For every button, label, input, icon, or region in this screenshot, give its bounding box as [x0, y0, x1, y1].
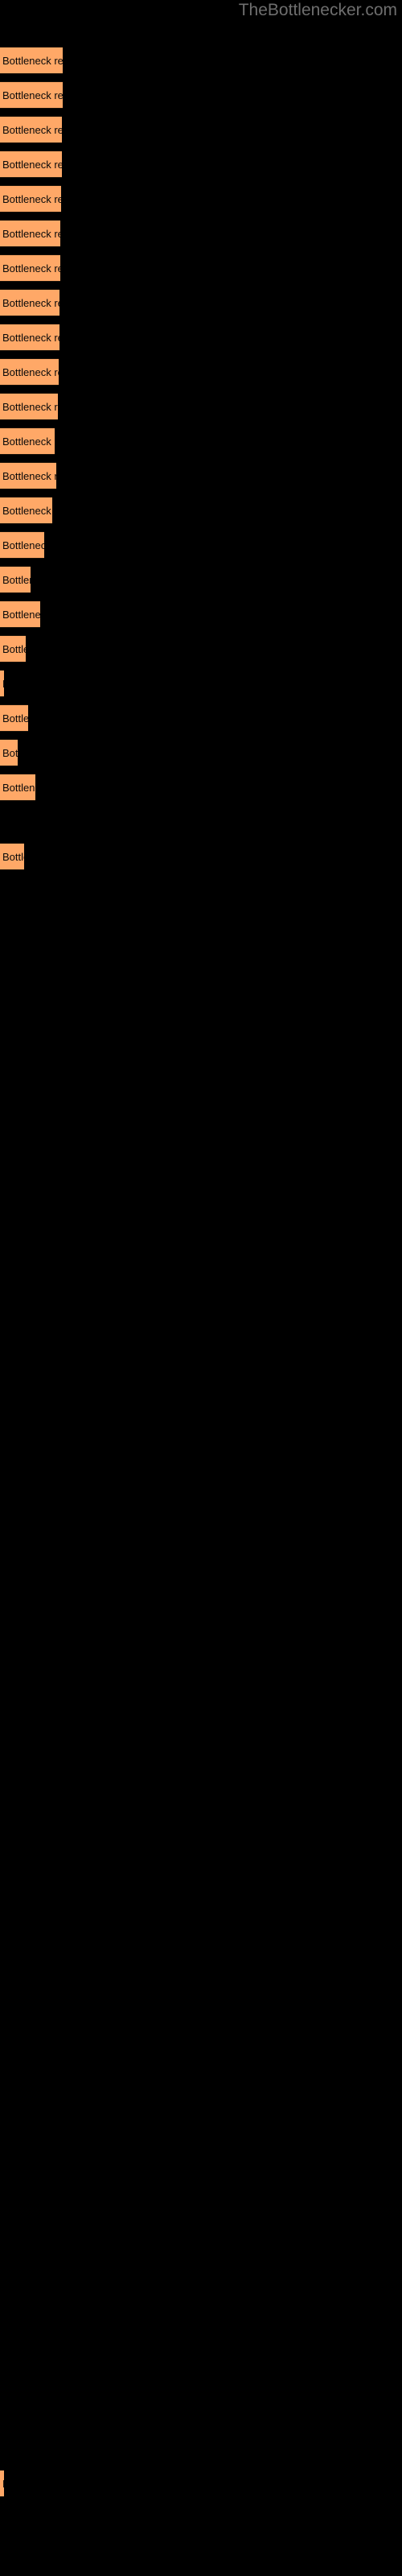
bar-label: Bottleneck result	[2, 124, 62, 136]
bar: Bottleneck result	[0, 497, 52, 524]
bar: Bottleneck result	[0, 635, 26, 663]
bar-label: Bottleneck result	[2, 747, 18, 759]
bar: Bottleneck result	[0, 566, 31, 593]
bar: Bottleneck result	[0, 843, 24, 870]
bar-label: Bottleneck result	[2, 712, 28, 724]
bar-label: Bottleneck result	[2, 262, 60, 275]
bar-label: Bottleneck result	[2, 401, 58, 413]
bar: Bottleneck result	[0, 704, 28, 732]
bar-label: Bottleneck result	[2, 505, 52, 517]
bar-label: Bottleneck result	[2, 228, 60, 240]
bar: Bottleneck result	[0, 220, 60, 247]
bar-label: Bottleneck result	[2, 609, 40, 621]
bar-label: Bottleneck result	[2, 436, 55, 448]
bar-label: Bottleneck result	[2, 89, 63, 101]
bar-label: Bottleneck result	[2, 671, 4, 696]
bar-label: Bottleneck result	[2, 851, 24, 863]
bar: Bottleneck result	[0, 116, 62, 143]
bar-label: Bottleneck result	[2, 193, 61, 205]
bar-label: Bottleneck result	[2, 297, 59, 309]
bar: Bottleneck result	[0, 81, 63, 109]
bar: Bottleneck result	[0, 358, 59, 386]
bar: Bottleneck result	[0, 47, 63, 74]
bar: Bottleneck result	[0, 2470, 4, 2497]
bar: Bottleneck result	[0, 254, 60, 282]
bar-label: Bottleneck result	[2, 2471, 4, 2496]
bar: Bottleneck result	[0, 739, 18, 766]
bar: Bottleneck result	[0, 670, 4, 697]
bar: Bottleneck result	[0, 462, 56, 489]
bar-label: Bottleneck result	[2, 539, 44, 551]
bar-label: Bottleneck result	[2, 643, 26, 655]
bar-label: Bottleneck result	[2, 574, 31, 586]
bar: Bottleneck result	[0, 531, 44, 559]
bar-label: Bottleneck result	[2, 366, 59, 378]
bar: Bottleneck result	[0, 774, 35, 801]
bottleneck-bar-chart: Bottleneck result Bottleneck result Bottle…	[0, 0, 402, 2576]
bar-label: Bottleneck result	[2, 470, 56, 482]
bar: Bottleneck result	[0, 324, 59, 351]
bar-label: Bottleneck result	[2, 782, 35, 794]
bar-label: Bottleneck result	[2, 55, 63, 67]
bar: Bottleneck result	[0, 289, 59, 316]
bar-label: Bottleneck result	[2, 332, 59, 344]
bar-label: Bottleneck result	[2, 159, 62, 171]
bar: Bottleneck result	[0, 601, 40, 628]
bar: Bottleneck result	[0, 427, 55, 455]
bar: Bottleneck result	[0, 151, 62, 178]
bar: Bottleneck result	[0, 185, 61, 213]
bar: Bottleneck result	[0, 393, 58, 420]
